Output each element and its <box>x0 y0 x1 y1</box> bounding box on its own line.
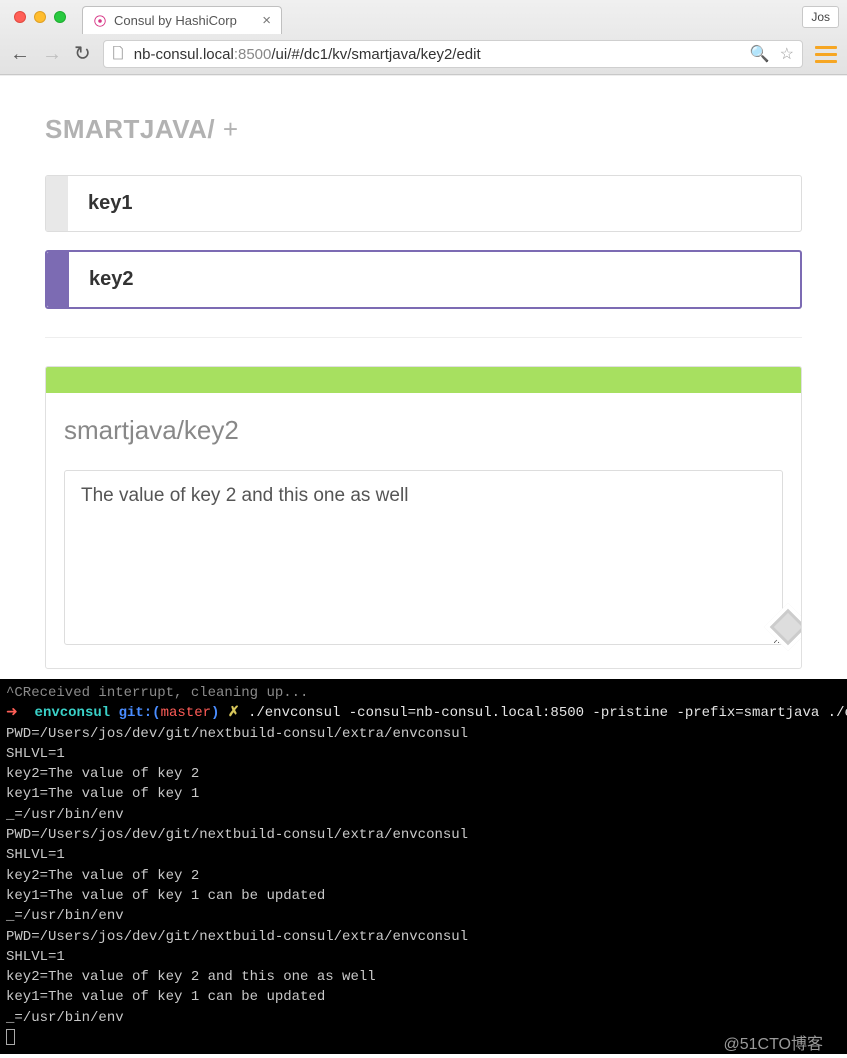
kv-item-label: key2 <box>69 252 154 307</box>
terminal-output-line: key1=The value of key 1 <box>6 786 199 802</box>
terminal[interactable]: ^CReceived interrupt, cleaning up... ➜ e… <box>0 679 847 1054</box>
terminal-output-line: PWD=/Users/jos/dev/git/nextbuild-consul/… <box>6 827 468 843</box>
browser-chrome: Consul by HashiCorp × Jos ← → ↻ nb-consu… <box>0 0 847 75</box>
prompt-branch: master <box>161 705 211 721</box>
kv-item-stripe <box>47 252 69 307</box>
watermark: @51CTO博客 <box>0 1026 847 1058</box>
kv-item-key1[interactable]: key1 <box>45 175 802 232</box>
terminal-output-line: _=/usr/bin/env <box>6 908 124 924</box>
tab-title: Consul by HashiCorp <box>114 13 237 28</box>
terminal-output-line: SHLVL=1 <box>6 746 65 762</box>
editor-key-path: smartjava/key2 <box>46 393 801 452</box>
kv-list: key1 key2 <box>45 175 802 338</box>
nav-bar: ← → ↻ nb-consul.local:8500/ui/#/dc1/kv/s… <box>0 34 847 74</box>
add-key-button[interactable]: + <box>223 114 239 144</box>
user-profile-badge[interactable]: Jos <box>802 6 839 28</box>
value-textarea[interactable] <box>64 470 783 645</box>
terminal-output-line: key1=The value of key 1 can be updated <box>6 989 325 1005</box>
terminal-output-line: SHLVL=1 <box>6 949 65 965</box>
menu-button[interactable] <box>815 46 837 63</box>
prompt-arrow-icon: ➜ <box>6 705 18 721</box>
prompt-dirty-icon: ✗ <box>228 705 240 721</box>
browser-tab[interactable]: Consul by HashiCorp × <box>82 6 282 34</box>
maximize-window-button[interactable] <box>54 11 66 23</box>
page-icon <box>112 46 126 62</box>
bookmark-icon[interactable]: ☆ <box>780 44 794 64</box>
terminal-interrupt-line: ^CReceived interrupt, cleaning up... <box>6 685 308 701</box>
terminal-output-line: key1=The value of key 1 can be updated <box>6 888 325 904</box>
prompt-git-open: git:( <box>119 705 161 721</box>
back-button[interactable]: ← <box>10 44 30 64</box>
terminal-output-line: key2=The value of key 2 <box>6 766 199 782</box>
url-port: :8500 <box>234 46 272 63</box>
prompt-dir: envconsul <box>35 705 111 721</box>
terminal-output-line: _=/usr/bin/env <box>6 807 124 823</box>
kv-item-stripe <box>46 176 68 231</box>
tab-close-icon[interactable]: × <box>262 13 271 28</box>
reload-button[interactable]: ↻ <box>74 44 91 64</box>
prompt-git-close: ) <box>211 705 219 721</box>
url-path: /ui/#/dc1/kv/smartjava/key2/edit <box>271 46 480 63</box>
terminal-output-line: PWD=/Users/jos/dev/git/nextbuild-consul/… <box>6 929 468 945</box>
close-window-button[interactable] <box>14 11 26 23</box>
breadcrumb-path[interactable]: SMARTJAVA/ <box>45 114 223 144</box>
kv-item-label: key1 <box>68 176 153 231</box>
breadcrumb: SMARTJAVA/ + <box>45 114 802 145</box>
tab-favicon-icon <box>93 14 107 28</box>
terminal-output-line: SHLVL=1 <box>6 847 65 863</box>
url-host: nb-consul.local <box>134 46 234 63</box>
kv-item-key2[interactable]: key2 <box>45 250 802 309</box>
url-bar[interactable]: nb-consul.local:8500/ui/#/dc1/kv/smartja… <box>103 40 803 68</box>
consul-page: SMARTJAVA/ + key1 key2 smartjava/key2 <box>0 75 847 679</box>
zoom-icon[interactable]: 🔍 <box>750 44 770 64</box>
kv-editor: smartjava/key2 <box>45 366 802 669</box>
url-actions: 🔍 ☆ <box>750 44 794 64</box>
terminal-output-line: PWD=/Users/jos/dev/git/nextbuild-consul/… <box>6 726 468 742</box>
editor-status-bar <box>46 367 801 393</box>
tab-bar: Consul by HashiCorp × Jos <box>0 0 847 34</box>
terminal-output-line: _=/usr/bin/env <box>6 1010 124 1026</box>
terminal-output-line: key2=The value of key 2 and this one as … <box>6 969 376 985</box>
minimize-window-button[interactable] <box>34 11 46 23</box>
window-controls <box>8 11 82 23</box>
terminal-command: ./envconsul -consul=nb-consul.local:8500… <box>248 705 847 721</box>
forward-button[interactable]: → <box>42 44 62 64</box>
terminal-output-line: key2=The value of key 2 <box>6 868 199 884</box>
editor-body <box>46 452 801 668</box>
